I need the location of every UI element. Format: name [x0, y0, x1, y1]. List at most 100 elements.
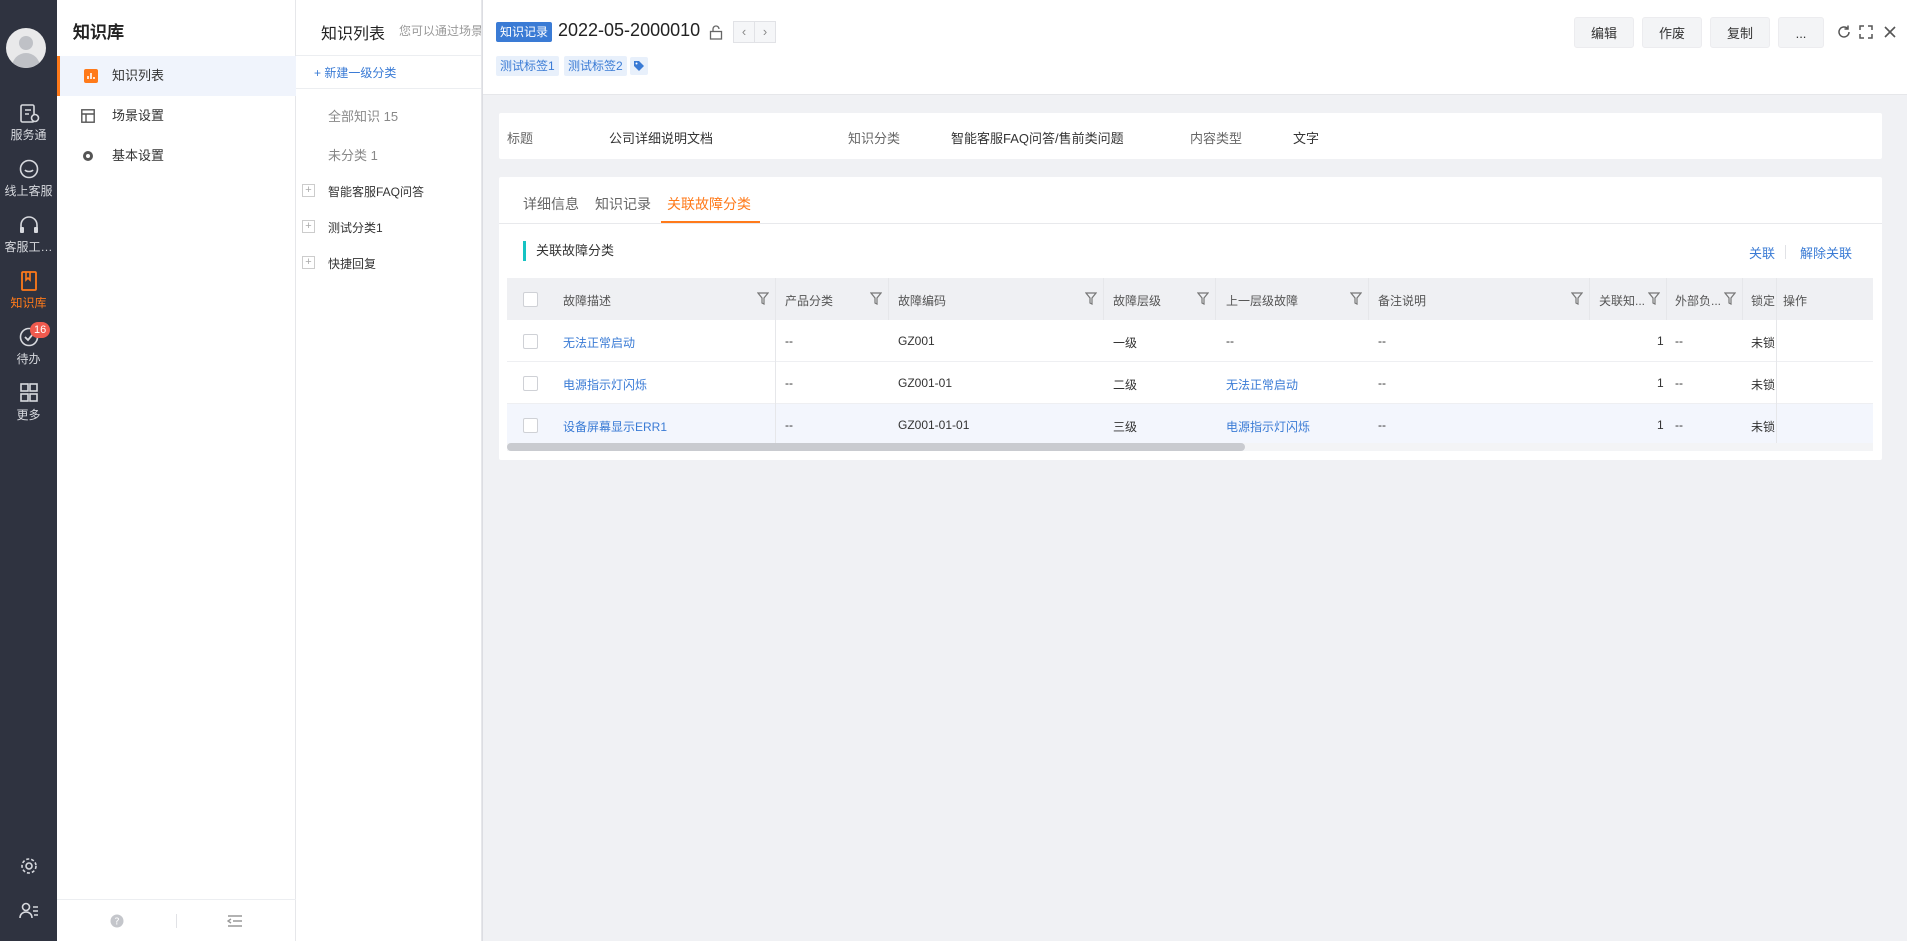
filter-icon[interactable] [1197, 292, 1209, 305]
copy-button[interactable]: 复制 [1710, 17, 1770, 48]
row-checkbox[interactable] [523, 376, 538, 391]
edit-button[interactable]: 编辑 [1574, 17, 1634, 48]
rail-item-label: 服务通 [10, 128, 47, 142]
sidebar-title: 知识库 [73, 23, 124, 42]
kb-menu: 知识列表 场景设置 基本设置 [57, 56, 296, 176]
chevron-left-icon: ‹ [741, 24, 747, 39]
tab-related-fault-categories[interactable]: 关联故障分类 [667, 194, 751, 214]
fault-category-table: 故障描述 产品分类 故障编码 故障层级 上一层级故障 备注说明 关联知... 外… [507, 278, 1873, 452]
fault-description-link[interactable]: 设备屏幕显示ERR1 [563, 418, 667, 435]
refresh-icon[interactable] [1836, 24, 1852, 40]
category-all[interactable]: 全部知识 15 [296, 106, 481, 125]
expand-icon[interactable]: + [302, 256, 315, 269]
rail-item-agent-workbench[interactable]: 客服工… [0, 208, 57, 262]
rail-item-more[interactable]: 更多 [0, 376, 57, 430]
help-icon[interactable]: ? [110, 914, 124, 928]
filter-icon[interactable] [870, 292, 882, 305]
tab-details[interactable]: 详细信息 [523, 194, 579, 214]
kb-menu-item-basic-settings[interactable]: 基本设置 [57, 136, 296, 176]
tag-icon[interactable] [630, 57, 648, 75]
cell-level: 一级 [1113, 336, 1138, 350]
cell-remark: -- [1378, 418, 1386, 432]
lock-icon[interactable] [709, 25, 723, 40]
column-header[interactable]: 关联知... [1599, 292, 1647, 309]
new-category-button[interactable]: + 新建一级分类 [296, 57, 481, 89]
chevron-right-icon: › [762, 24, 768, 39]
tree-item[interactable]: + 测试分类1 [296, 219, 481, 236]
link-button[interactable]: 关联 [1749, 243, 1775, 262]
column-header[interactable]: 锁定 [1751, 292, 1775, 309]
table-row[interactable]: 无法正常启动 -- GZ001 一级 -- -- 1 -- 未锁 [507, 320, 1873, 362]
column-divider [1103, 278, 1104, 320]
row-checkbox[interactable] [523, 334, 538, 349]
parent-fault-link[interactable]: 无法正常启动 [1226, 376, 1298, 393]
column-header[interactable]: 产品分类 [785, 292, 833, 309]
svg-text:?: ? [114, 917, 119, 928]
select-all-checkbox[interactable] [523, 292, 538, 307]
cell-linked-count: 1 [1657, 334, 1664, 348]
horizontal-scrollbar-thumb[interactable] [507, 443, 1245, 451]
tab-knowledge-records[interactable]: 知识记录 [595, 194, 651, 214]
prev-record-button[interactable]: ‹ [733, 21, 755, 43]
fullscreen-icon[interactable] [1858, 24, 1874, 40]
kb-menu-item-scene-settings[interactable]: 场景设置 [57, 96, 296, 136]
column-divider [1589, 278, 1590, 320]
knowledge-list-panel: 知识列表 您可以通过场景 + 新建一级分类 全部知识 15 未分类 1 + 智能… [296, 0, 482, 941]
info-title-label: 标题 [507, 131, 534, 146]
column-divider [775, 278, 776, 320]
column-header[interactable]: 上一层级故障 [1226, 292, 1298, 309]
column-header[interactable]: 故障编码 [898, 292, 946, 309]
kb-menu-item-knowledge-list[interactable]: 知识列表 [57, 56, 296, 96]
expand-icon[interactable]: + [302, 184, 315, 197]
filter-icon[interactable] [1648, 292, 1660, 305]
parent-fault-link[interactable]: 电源指示灯闪烁 [1226, 418, 1310, 435]
section-title: 关联故障分类 [523, 241, 614, 261]
filter-icon[interactable] [1724, 292, 1736, 305]
more-button[interactable]: ... [1778, 17, 1824, 48]
record-number: 2022-05-2000010 [558, 20, 701, 40]
unlink-button[interactable]: 解除关联 [1800, 243, 1852, 262]
tree-item-label: 智能客服FAQ问答 [328, 185, 425, 199]
info-content-type-label: 内容类型 [1190, 131, 1243, 146]
fault-description-link[interactable]: 电源指示灯闪烁 [563, 376, 647, 393]
column-header[interactable]: 故障描述 [563, 292, 611, 309]
tree-item[interactable]: + 智能客服FAQ问答 [296, 183, 481, 200]
row-checkbox[interactable] [523, 418, 538, 433]
filter-icon[interactable] [1085, 292, 1097, 305]
settings-button[interactable] [0, 856, 57, 879]
table-row[interactable]: 电源指示灯闪烁 -- GZ001-01 二级 无法正常启动 -- 1 -- 未锁 [507, 362, 1873, 404]
chart-icon [84, 69, 98, 83]
rail-item-todo[interactable]: 16 待办 [0, 320, 57, 374]
user-menu-button[interactable] [0, 900, 57, 923]
cell-product: -- [785, 334, 793, 348]
filter-icon[interactable] [757, 292, 769, 305]
collapse-menu-icon[interactable] [227, 914, 243, 928]
info-category-label: 知识分类 [848, 131, 901, 146]
gear-icon [20, 858, 37, 874]
column-header[interactable]: 故障层级 [1113, 292, 1161, 309]
expand-icon[interactable]: + [302, 220, 315, 233]
cell-external: -- [1675, 376, 1683, 390]
app-rail: 服务通 线上客服 客服工… 知识库 16 待办 更多 [0, 0, 57, 941]
column-header[interactable]: 外部负... [1675, 292, 1723, 309]
void-button[interactable]: 作废 [1642, 17, 1702, 48]
cell-code: GZ001-01 [898, 376, 953, 390]
rail-item-knowledge-base[interactable]: 知识库 [0, 264, 57, 318]
category-uncategorized[interactable]: 未分类 1 [296, 145, 481, 164]
rail-item-service[interactable]: 服务通 [0, 96, 57, 150]
next-record-button[interactable]: › [754, 21, 776, 43]
cell-linked-count: 1 [1657, 376, 1664, 390]
layout-icon [81, 109, 95, 123]
tree-item[interactable]: + 快捷回复 [296, 255, 481, 272]
filter-icon[interactable] [1350, 292, 1362, 305]
close-icon[interactable] [1882, 24, 1898, 40]
avatar[interactable] [6, 28, 46, 68]
cell-lock: 未锁 [1751, 336, 1775, 350]
column-header[interactable]: 备注说明 [1378, 292, 1426, 309]
fault-description-link[interactable]: 无法正常启动 [563, 334, 635, 351]
filter-icon[interactable] [1571, 292, 1583, 305]
rail-item-online-service[interactable]: 线上客服 [0, 152, 57, 206]
table-row[interactable]: 设备屏幕显示ERR1 -- GZ001-01-01 三级 电源指示灯闪烁 -- … [507, 404, 1873, 446]
column-divider [1215, 278, 1216, 320]
cell-product: -- [785, 376, 793, 390]
